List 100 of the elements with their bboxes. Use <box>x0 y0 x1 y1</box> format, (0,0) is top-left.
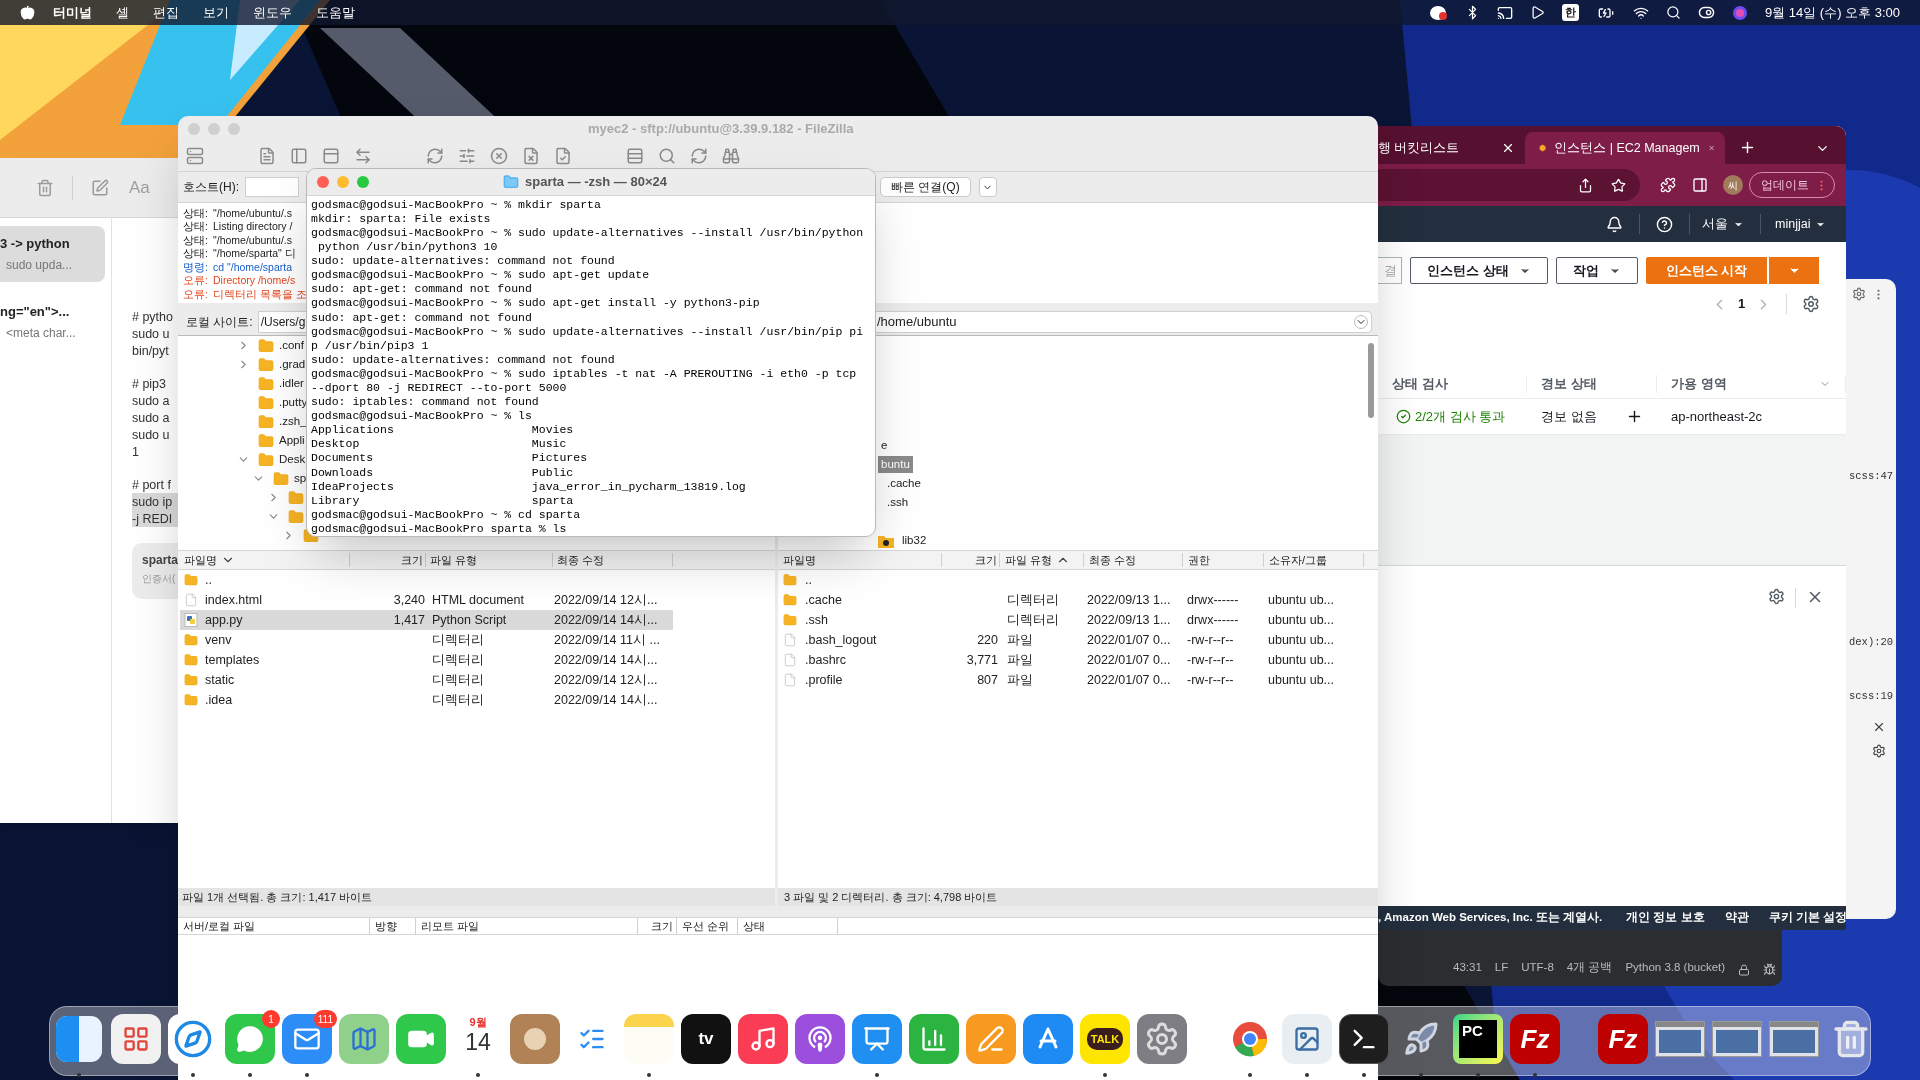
tree-item[interactable]: lib32 <box>899 531 930 550</box>
music-note-icon[interactable] <box>738 1014 788 1064</box>
profile-avatar[interactable]: 씨 <box>1723 175 1743 195</box>
recording-icon[interactable] <box>1429 4 1448 21</box>
list-icon[interactable] <box>626 147 644 165</box>
tree-item[interactable]: .idler <box>279 374 304 393</box>
tree-item[interactable]: .grad <box>279 355 306 374</box>
tree-item[interactable]: sp <box>294 469 307 488</box>
help-icon[interactable] <box>1656 215 1673 233</box>
window-thumbnail[interactable] <box>1769 1021 1819 1057</box>
menu-item[interactable]: 윈도우 <box>253 2 292 23</box>
menu-item[interactable]: 터미널 <box>53 2 92 23</box>
sync-icon[interactable] <box>690 147 708 165</box>
file-row[interactable]: .bashrc 3,771 파일 2022/01/07 0... -rw-r--r-- ubuntu ub... <box>778 650 1378 670</box>
compose-icon[interactable] <box>91 178 109 197</box>
reconnect-icon[interactable] <box>554 147 572 165</box>
settings-icon[interactable] <box>1768 588 1785 605</box>
new-tab-icon[interactable] <box>1739 139 1756 156</box>
column-header[interactable]: 크기 <box>350 553 426 567</box>
footer-link[interactable]: 개인 정보 보호 <box>1626 909 1705 927</box>
column-header[interactable]: 소유자/그룹 <box>1264 553 1364 567</box>
podcast-icon[interactable] <box>795 1014 845 1064</box>
column-header[interactable]: 우선 순위 <box>677 918 738 935</box>
status-item[interactable]: 4개 공백 <box>1566 958 1613 976</box>
tree-item[interactable]: .cache <box>884 474 924 493</box>
dropdown-button[interactable]: 작업 <box>1555 257 1638 284</box>
two-tone-square-icon[interactable] <box>54 1014 104 1064</box>
file-row[interactable]: .bash_logout 220 파일 2022/01/07 0... -rw-r--r-- ubuntu ub... <box>778 630 1378 650</box>
window-thumbnail[interactable] <box>1655 1021 1705 1057</box>
site-manager-icon[interactable] <box>186 147 204 165</box>
file-row[interactable]: .cache 디렉터리 2022/09/13 1... drwx------ ubuntu ub... <box>778 590 1378 610</box>
pen-icon[interactable] <box>966 1014 1016 1064</box>
chat-bubble-icon[interactable] <box>225 1014 275 1064</box>
envelope-icon[interactable] <box>282 1014 332 1064</box>
quickconnect-button[interactable]: 빠른 연결(Q) <box>880 177 971 197</box>
close-button[interactable] <box>317 175 329 188</box>
bar-chart-icon[interactable] <box>909 1014 959 1064</box>
document-icon[interactable] <box>258 147 276 165</box>
page-number[interactable]: 1 <box>1738 294 1746 314</box>
panel-top-icon[interactable] <box>322 147 340 165</box>
region-menu[interactable]: 서울 <box>1702 214 1744 234</box>
column-header[interactable]: 파일명 <box>180 553 350 567</box>
column-header[interactable]: 크기 <box>942 553 1000 567</box>
app-store-icon[interactable] <box>1023 1014 1073 1064</box>
side-panel-icon[interactable] <box>1692 177 1708 193</box>
binoculars-icon[interactable] <box>722 147 740 165</box>
refresh-icon[interactable] <box>426 147 444 165</box>
dropdown-button[interactable]: 인스턴스 상태 <box>1410 257 1548 284</box>
host-field[interactable] <box>245 177 299 197</box>
close-tab-icon[interactable] <box>1501 141 1515 155</box>
dropdown-button[interactable] <box>978 177 997 197</box>
local-path-field[interactable]: /Users/g <box>257 310 307 333</box>
zoom-button[interactable] <box>357 175 369 188</box>
tree-item[interactable]: Desk <box>279 450 306 469</box>
input-source-indicator[interactable]: 한 <box>1561 4 1579 21</box>
transfer-icon[interactable] <box>354 147 372 165</box>
scrollbar-thumb[interactable] <box>1368 343 1374 418</box>
file-row[interactable]: static 디렉터리 2022/09/14 12시... <box>180 670 673 690</box>
browser-tab[interactable]: 인스턴스 | EC2 Managem <box>1525 132 1725 164</box>
gear-icon[interactable] <box>1852 287 1866 301</box>
lock-icon[interactable] <box>1738 964 1751 976</box>
footer-link[interactable]: 약관 <box>1724 909 1749 927</box>
column-header[interactable]: 파일명 <box>778 553 942 567</box>
gear-icon[interactable] <box>1872 744 1886 759</box>
extensions-icon[interactable] <box>1660 177 1676 193</box>
grid-icon[interactable] <box>111 1014 161 1064</box>
filter-icon[interactable] <box>458 147 476 165</box>
status-item[interactable]: LF <box>1494 958 1509 976</box>
column-header[interactable]: 파일 유형 <box>426 553 553 567</box>
photo-viewer-icon[interactable] <box>1282 1014 1332 1064</box>
file-row[interactable]: index.html 3,240 HTML document 2022/09/14 12시... <box>180 590 673 610</box>
tree-item[interactable]: .conf <box>279 336 304 355</box>
file-row[interactable]: .. <box>778 570 1378 590</box>
menu-item[interactable]: 보기 <box>203 2 229 23</box>
column-header[interactable]: 크기 <box>638 918 677 935</box>
column-header[interactable]: 리모트 파일 <box>416 918 638 935</box>
file-row[interactable]: .profile 807 파일 2022/01/07 0... -rw-r--r-- ubuntu ub... <box>778 670 1378 690</box>
search-icon[interactable] <box>1665 5 1681 20</box>
map-icon[interactable] <box>339 1014 389 1064</box>
menu-item[interactable]: 편집 <box>153 2 179 23</box>
status-item[interactable]: 43:31 <box>1453 958 1482 976</box>
disconnect-icon[interactable] <box>522 147 540 165</box>
fz-logo-icon[interactable]: Fz <box>1510 1014 1560 1064</box>
browser-tab[interactable]: 행 버킷리스트 <box>1378 132 1525 164</box>
file-row[interactable]: app.py 1,417 Python Script 2022/09/14 14시... <box>180 610 673 630</box>
tree-item[interactable]: buntu <box>878 455 913 474</box>
column-header[interactable]: 서버/로컬 파일 <box>178 918 370 935</box>
terminal-icon[interactable] <box>1339 1014 1389 1064</box>
launch-options-button[interactable] <box>1769 257 1820 284</box>
file-row[interactable]: .. <box>180 570 673 590</box>
status-item[interactable]: Python 3.8 (bucket) <box>1625 958 1726 976</box>
panel-left-icon[interactable] <box>290 147 308 165</box>
presentation-icon[interactable] <box>852 1014 902 1064</box>
gear-icon[interactable] <box>1137 1014 1187 1064</box>
apple-menu-icon[interactable] <box>20 5 35 20</box>
menu-item[interactable]: 도움말 <box>316 2 355 23</box>
play-icon[interactable] <box>1529 5 1545 20</box>
inspection-icon[interactable] <box>1763 963 1777 976</box>
file-row[interactable]: venv 디렉터리 2022/09/14 11시 ... <box>180 630 673 650</box>
footer-link[interactable]: 쿠키 기본 설정 <box>1768 909 1846 927</box>
